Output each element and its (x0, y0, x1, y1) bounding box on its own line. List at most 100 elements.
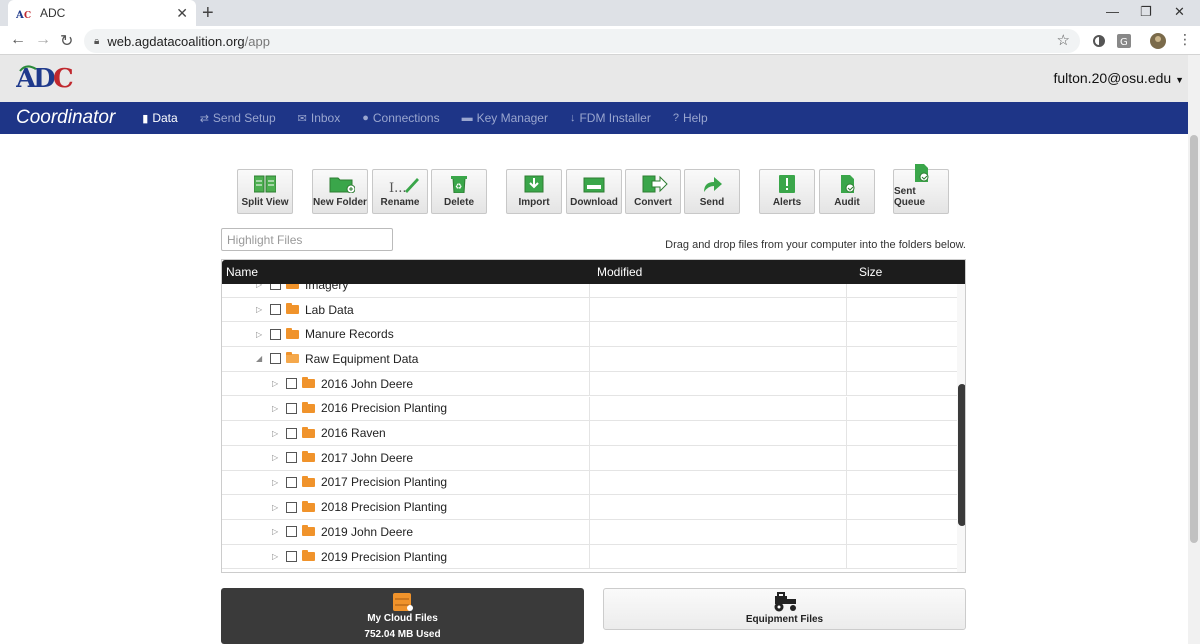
column-divider (846, 396, 847, 421)
delete-button[interactable]: ♻ Delete (431, 169, 487, 214)
grid-scrollbar[interactable] (957, 284, 965, 572)
expand-arrow-icon[interactable]: ▷ (272, 404, 282, 413)
svg-text:G: G (1120, 37, 1128, 48)
table-row[interactable]: ▷ 2019 John Deere (222, 520, 957, 545)
row-checkbox[interactable] (286, 402, 297, 414)
column-divider (589, 544, 590, 569)
table-row[interactable]: ▷ Imagery (222, 284, 957, 298)
minimize-icon[interactable]: — (1106, 4, 1119, 19)
restore-icon[interactable]: ❐ (1140, 4, 1152, 20)
adc-logo[interactable]: A D C (15, 63, 78, 100)
row-checkbox[interactable] (270, 304, 281, 316)
my-cloud-files-button[interactable]: My Cloud Files 752.04 MB Used (221, 588, 584, 644)
nav-item-help[interactable]: ? Help (673, 111, 708, 125)
row-checkbox[interactable] (286, 501, 297, 513)
row-checkbox[interactable] (270, 353, 281, 365)
expand-arrow-icon[interactable]: ▷ (272, 527, 282, 536)
table-row[interactable]: ▷ Lab Data (222, 297, 957, 323)
close-tab-icon[interactable]: ✕ (176, 5, 188, 22)
column-divider (589, 495, 590, 519)
column-size-header[interactable]: Size (859, 265, 882, 279)
main-navbar: Coordinator ▮ Data ⇄ Send Setup ✉ Inbox ● Co… (0, 102, 1188, 134)
row-checkbox[interactable] (286, 551, 297, 563)
folder-icon (302, 475, 315, 487)
nav-item-inbox[interactable]: ✉ Inbox (298, 111, 341, 125)
url-field[interactable]: 🔒︎ web.agdatacoalition.org/app ☆ (84, 29, 1080, 53)
expand-arrow-icon[interactable]: ▷ (256, 284, 266, 289)
table-row[interactable]: ▷ 2016 Raven (222, 421, 957, 446)
expand-arrow-icon[interactable]: ▷ (272, 453, 282, 462)
grid-scrollbar-thumb[interactable] (958, 384, 965, 526)
table-row[interactable]: ▷ 2017 John Deere (222, 445, 957, 471)
page-scrollbar-thumb[interactable] (1190, 135, 1198, 543)
nav-item-connections[interactable]: ● Connections (362, 111, 439, 125)
expand-arrow-icon[interactable]: ▷ (272, 503, 282, 512)
extension-circle-icon[interactable] (1091, 33, 1107, 49)
highlight-files-input[interactable] (221, 228, 393, 251)
file-grid: Name Modified Size ▷ Imagery ▷ Lab Data ▷ Man… (221, 259, 966, 573)
row-checkbox[interactable] (270, 284, 281, 291)
send-button[interactable]: Send (684, 169, 740, 214)
table-row[interactable]: ◢ Raw Equipment Data (222, 347, 957, 372)
table-row[interactable]: ▷ 2018 Precision Planting (222, 495, 957, 520)
folder-icon (286, 284, 299, 290)
expand-arrow-icon[interactable]: ▷ (272, 429, 282, 438)
folder-open-icon (286, 352, 299, 364)
equipment-files-button[interactable]: Equipment Files (603, 588, 966, 630)
browser-tab[interactable]: AC ADC ✕ (8, 0, 196, 26)
nav-item-data[interactable]: ▮ Data (142, 111, 177, 125)
alerts-button[interactable]: Alerts (759, 169, 815, 214)
file-name: Manure Records (305, 327, 394, 342)
row-checkbox[interactable] (286, 452, 297, 464)
new-tab-button[interactable]: + (202, 2, 214, 25)
rename-button[interactable]: I... Rename (372, 169, 428, 214)
import-label: Import (518, 197, 550, 208)
nav-item-fdm-installer[interactable]: ↓ FDM Installer (570, 111, 651, 125)
drag-drop-hint: Drag and drop files from your computer i… (665, 239, 966, 251)
nav-item-key-manager[interactable]: ▬ Key Manager (462, 111, 548, 125)
table-row[interactable]: ▷ 2016 John Deere (222, 371, 957, 397)
brand-title[interactable]: Coordinator (16, 107, 115, 129)
expand-arrow-icon[interactable]: ▷ (272, 552, 282, 561)
row-checkbox[interactable] (286, 476, 297, 488)
profile-avatar-icon[interactable] (1150, 33, 1166, 49)
expand-arrow-icon[interactable]: ▷ (272, 379, 282, 388)
forward-icon[interactable]: → (35, 31, 51, 49)
new-folder-button[interactable]: New Folder (312, 169, 368, 214)
table-row[interactable]: ▷ 2017 Precision Planting (222, 470, 957, 496)
column-divider (589, 371, 590, 396)
extension-g-icon[interactable]: G (1116, 33, 1132, 49)
browser-menu-icon[interactable]: ⋮ (1178, 31, 1192, 48)
collapse-arrow-icon[interactable]: ◢ (256, 354, 266, 363)
expand-arrow-icon[interactable]: ▷ (256, 330, 266, 339)
close-window-icon[interactable]: ✕ (1174, 4, 1185, 20)
reload-icon[interactable]: ↻ (60, 31, 73, 51)
download-button[interactable]: Download (566, 169, 622, 214)
column-modified-header[interactable]: Modified (597, 265, 642, 279)
nav-item-send-setup[interactable]: ⇄ Send Setup (200, 111, 276, 125)
folder-icon (286, 303, 299, 315)
bookmark-star-icon[interactable]: ☆ (1057, 31, 1070, 49)
table-row[interactable]: ▷ 2016 Precision Planting (222, 396, 957, 422)
sent-queue-button[interactable]: Sent Queue (893, 164, 949, 214)
audit-button[interactable]: Audit (819, 169, 875, 214)
row-checkbox[interactable] (270, 328, 281, 340)
folder-icon (302, 451, 315, 463)
column-name-header[interactable]: Name (226, 265, 258, 279)
browser-tab-bar: AC ADC ✕ + — ❐ ✕ (0, 0, 1200, 26)
expand-arrow-icon[interactable]: ▷ (272, 478, 282, 487)
back-icon[interactable]: ← (10, 31, 26, 49)
split-view-button[interactable]: Split View (237, 169, 293, 214)
convert-button[interactable]: Convert (625, 169, 681, 214)
row-checkbox[interactable] (286, 427, 297, 439)
user-menu[interactable]: fulton.20@osu.edu ▼ (1053, 70, 1184, 86)
expand-arrow-icon[interactable]: ▷ (256, 305, 266, 314)
row-checkbox[interactable] (286, 378, 297, 390)
column-divider (589, 396, 590, 421)
row-checkbox[interactable] (286, 526, 297, 538)
page-scrollbar[interactable] (1188, 55, 1200, 644)
file-name: 2016 John Deere (321, 376, 414, 391)
table-row[interactable]: ▷ Manure Records (222, 322, 957, 348)
import-button[interactable]: Import (506, 169, 562, 214)
table-row[interactable]: ▷ 2019 Precision Planting (222, 544, 957, 570)
